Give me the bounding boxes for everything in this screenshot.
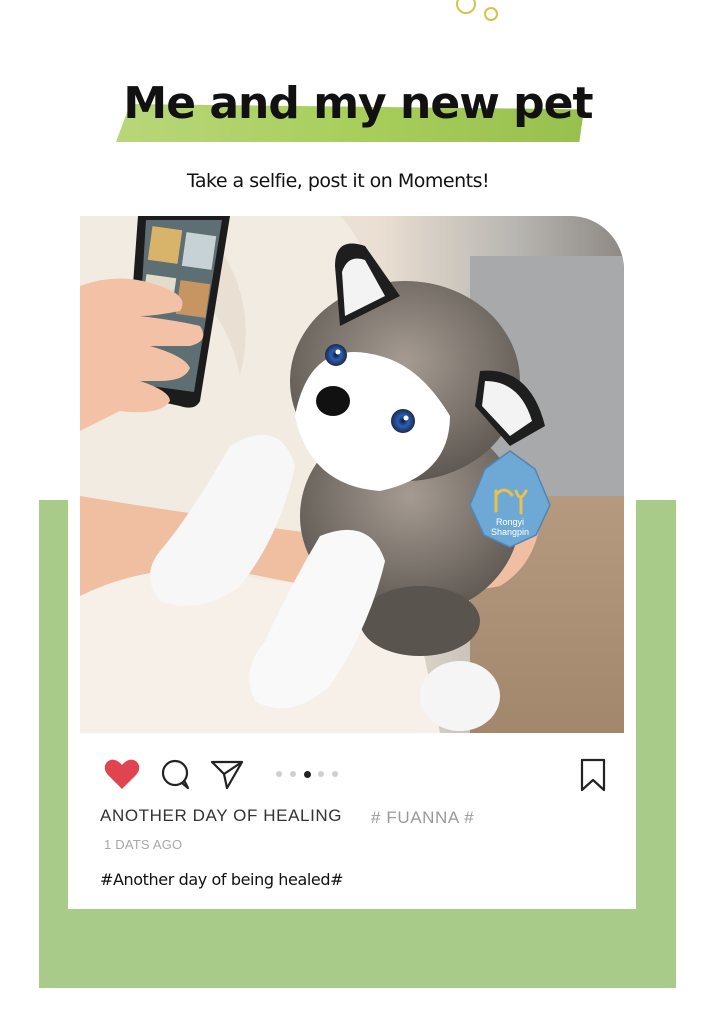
tag-brand-line1: Rongyi	[496, 517, 524, 527]
carousel-dot	[290, 771, 296, 777]
post-hashtag[interactable]: #Another day of being healed#	[100, 870, 344, 889]
post-action-bar	[100, 756, 620, 796]
post-photo: Rongyi Shangpin	[80, 216, 624, 733]
post-timestamp: 1 DATS AGO	[104, 837, 183, 852]
caption-heading: ANOTHER DAY OF HEALING	[100, 806, 343, 825]
header: Me and my new pet	[0, 72, 716, 152]
tag-brand-line2: Shangpin	[491, 527, 529, 537]
carousel-dot-active	[304, 770, 311, 778]
page-subtitle: Take a selfie, post it on Moments!	[186, 170, 490, 192]
carousel-dot	[332, 771, 338, 777]
carousel-dot	[276, 771, 282, 777]
post-tag[interactable]: # FUANNA #	[371, 808, 474, 828]
decorative-circle-large	[456, 0, 476, 14]
page-title: Me and my new pet	[123, 78, 593, 129]
heart-icon[interactable]	[104, 758, 140, 790]
carousel-dot	[318, 771, 324, 777]
bookmark-icon[interactable]	[578, 758, 608, 792]
decorative-circle-small	[484, 7, 498, 21]
comment-icon[interactable]	[160, 759, 192, 791]
send-icon[interactable]	[210, 758, 244, 790]
